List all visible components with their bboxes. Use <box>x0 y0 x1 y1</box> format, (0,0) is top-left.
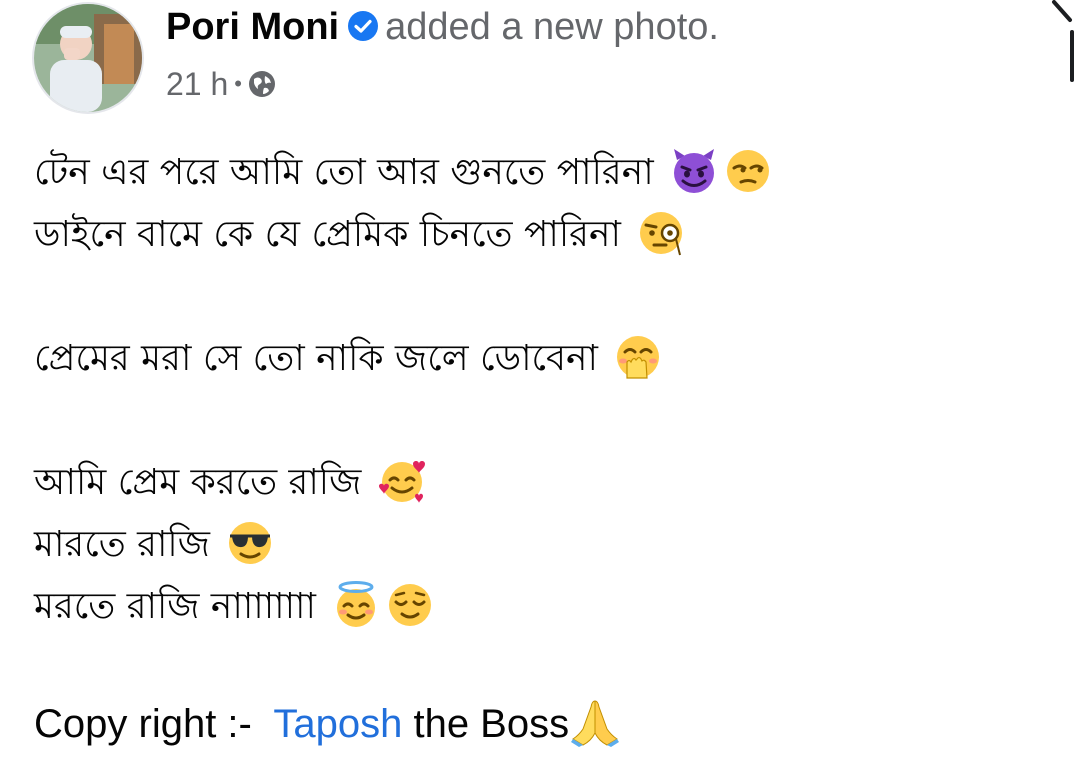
post-line-text: ডাইনে বামে কে যে প্রেমিক চিনতে পারিনা <box>34 214 621 255</box>
post-action-text: added a new photo. <box>385 6 719 48</box>
avatar-photo <box>34 4 142 112</box>
hand-over-mouth-emoji <box>613 332 663 382</box>
copyright-line: Copy right :- Taposh the Boss <box>34 694 621 754</box>
post-line-5: মারতে রাজি <box>34 514 1064 576</box>
post-line-text: মরতে রাজি নাাাাাাাা <box>34 586 316 627</box>
post-line-text: প্রেমের মরা সে তো নাকি জলে ডোবেনা <box>34 338 598 379</box>
smiling-imp-emoji <box>669 146 719 196</box>
post-options-icon[interactable] <box>1048 0 1074 26</box>
author-name[interactable]: Pori Moni <box>166 6 339 48</box>
post-line-2: ডাইনে বামে কে যে প্রেমিক চিনতে পারিনা <box>34 204 1064 266</box>
avatar[interactable] <box>34 4 142 112</box>
relieved-emoji <box>385 580 435 630</box>
post-line-text: মারতে রাজি <box>34 524 210 565</box>
profile-link[interactable]: Taposh <box>273 702 402 746</box>
sunglasses-emoji <box>225 518 275 568</box>
monocle-emoji <box>636 208 686 258</box>
copyright-prefix: Copy right :- <box>34 702 274 746</box>
post-line-3: প্রেমের মরা সে তো নাকি জলে ডোবেনা <box>34 328 1064 390</box>
globe-icon[interactable] <box>248 67 276 97</box>
post-body: টেন এর পরে আমি তো আর গুনতে পারিনা ডাইনে … <box>34 142 1064 638</box>
post-header: Pori Moni added a new photo. 21 h • <box>34 0 1074 120</box>
verified-badge-icon <box>347 7 379 41</box>
post-line-4: আমি প্রেম করতে রাজি <box>34 452 1064 514</box>
scrollbar[interactable] <box>1070 30 1074 82</box>
meta-separator: • <box>234 71 242 96</box>
folded-hands-emoji <box>569 695 621 747</box>
copyright-suffix: the Boss <box>402 702 570 746</box>
smiling-face-with-hearts-emoji <box>377 456 427 506</box>
author-line: Pori Moni added a new photo. <box>166 4 719 50</box>
post-line-text: টেন এর পরে আমি তো আর গুনতে পারিনা <box>34 152 654 193</box>
post-line-6: মরতে রাজি নাাাাাাাা <box>34 576 1064 638</box>
post-meta: 21 h • <box>166 64 276 104</box>
post-timestamp[interactable]: 21 h <box>166 66 228 102</box>
unamused-emoji <box>723 146 773 196</box>
post-line-text: আমি প্রেম করতে রাজি <box>34 462 362 503</box>
post-line-1: টেন এর পরে আমি তো আর গুনতে পারিনা <box>34 142 1064 204</box>
halo-emoji <box>331 580 381 630</box>
